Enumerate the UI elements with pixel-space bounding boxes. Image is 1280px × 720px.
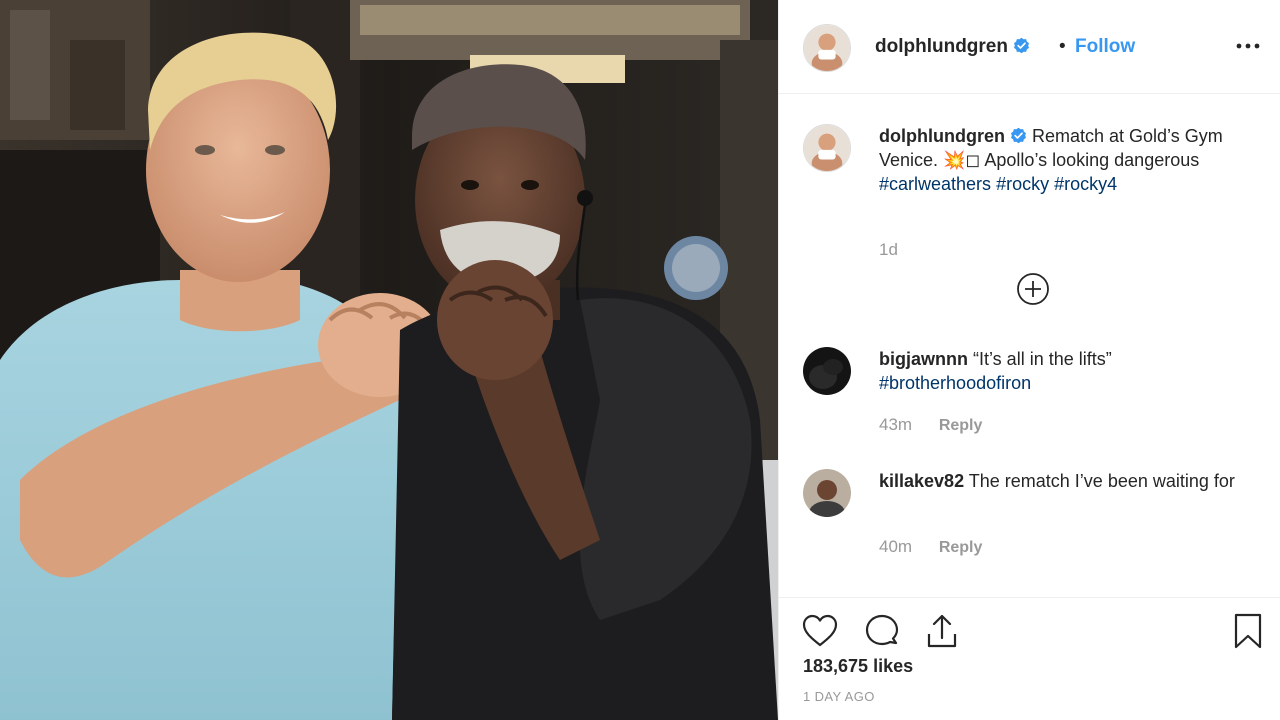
save-button[interactable] [1229,612,1267,650]
hashtag-link[interactable]: #brotherhoodofiron [879,373,1031,393]
like-count[interactable]: 183,675 likes [803,656,913,677]
comment-meta: 43m Reply [879,415,982,435]
verified-icon [1011,127,1026,144]
post-details-pane: dolphlundgren • Follow dolphlundgren Rem… [778,0,1280,720]
comment: bigjawnnn “It’s all in the lifts” #broth… [879,347,1259,395]
caption-author-avatar[interactable] [803,124,851,172]
post-photo-image [0,0,778,720]
author-avatar[interactable] [803,24,851,72]
post-photo[interactable] [0,0,778,720]
comment-time[interactable]: 40m [879,537,912,556]
share-button[interactable] [923,612,961,650]
comment-text: The rematch I’ve been waiting for [968,471,1235,491]
caption: dolphlundgren Rematch at Gold’s Gym Veni… [879,124,1259,196]
reply-button[interactable]: Reply [939,539,983,556]
post-header: dolphlundgren • Follow [779,0,1280,94]
caption-username[interactable]: dolphlundgren [879,126,1005,146]
hashtag-link[interactable]: #carlweathers [879,174,991,194]
comment-icon [865,614,899,646]
reply-button[interactable]: Reply [939,417,983,434]
share-icon [927,614,957,648]
verified-icon [1014,37,1029,54]
comment: killakev82 The rematch I’ve been waiting… [879,469,1259,493]
comments-section[interactable]: dolphlundgren Rematch at Gold’s Gym Veni… [779,95,1280,597]
commenter-avatar[interactable] [803,469,851,517]
bookmark-icon [1234,613,1262,649]
heart-icon [802,614,838,647]
post-timestamp[interactable]: 1 DAY AGO [803,689,875,704]
comment-username[interactable]: killakev82 [879,471,964,491]
load-more-comments-icon[interactable] [1015,271,1051,307]
commenter-avatar[interactable] [803,347,851,395]
more-options-icon[interactable] [1235,36,1261,56]
comment-text: “It’s all in the lifts” [973,349,1112,369]
caption-time[interactable]: 1d [879,240,898,259]
hashtag-link[interactable]: #rocky4 [1054,174,1117,194]
hashtag-link[interactable]: #rocky [996,174,1049,194]
like-button[interactable] [801,612,839,650]
comment-time[interactable]: 43m [879,415,912,434]
comment-button[interactable] [863,612,901,650]
header-separator-dot: • [1059,36,1066,57]
post-actions: 183,675 likes 1 DAY AGO [779,597,1280,720]
caption-meta: 1d [879,240,898,260]
author-username-text[interactable]: dolphlundgren [875,36,1008,57]
follow-button[interactable]: Follow [1075,36,1135,58]
comment-username[interactable]: bigjawnnn [879,349,968,369]
author-username[interactable]: dolphlundgren [875,36,1030,58]
comment-meta: 40m Reply [879,537,982,557]
